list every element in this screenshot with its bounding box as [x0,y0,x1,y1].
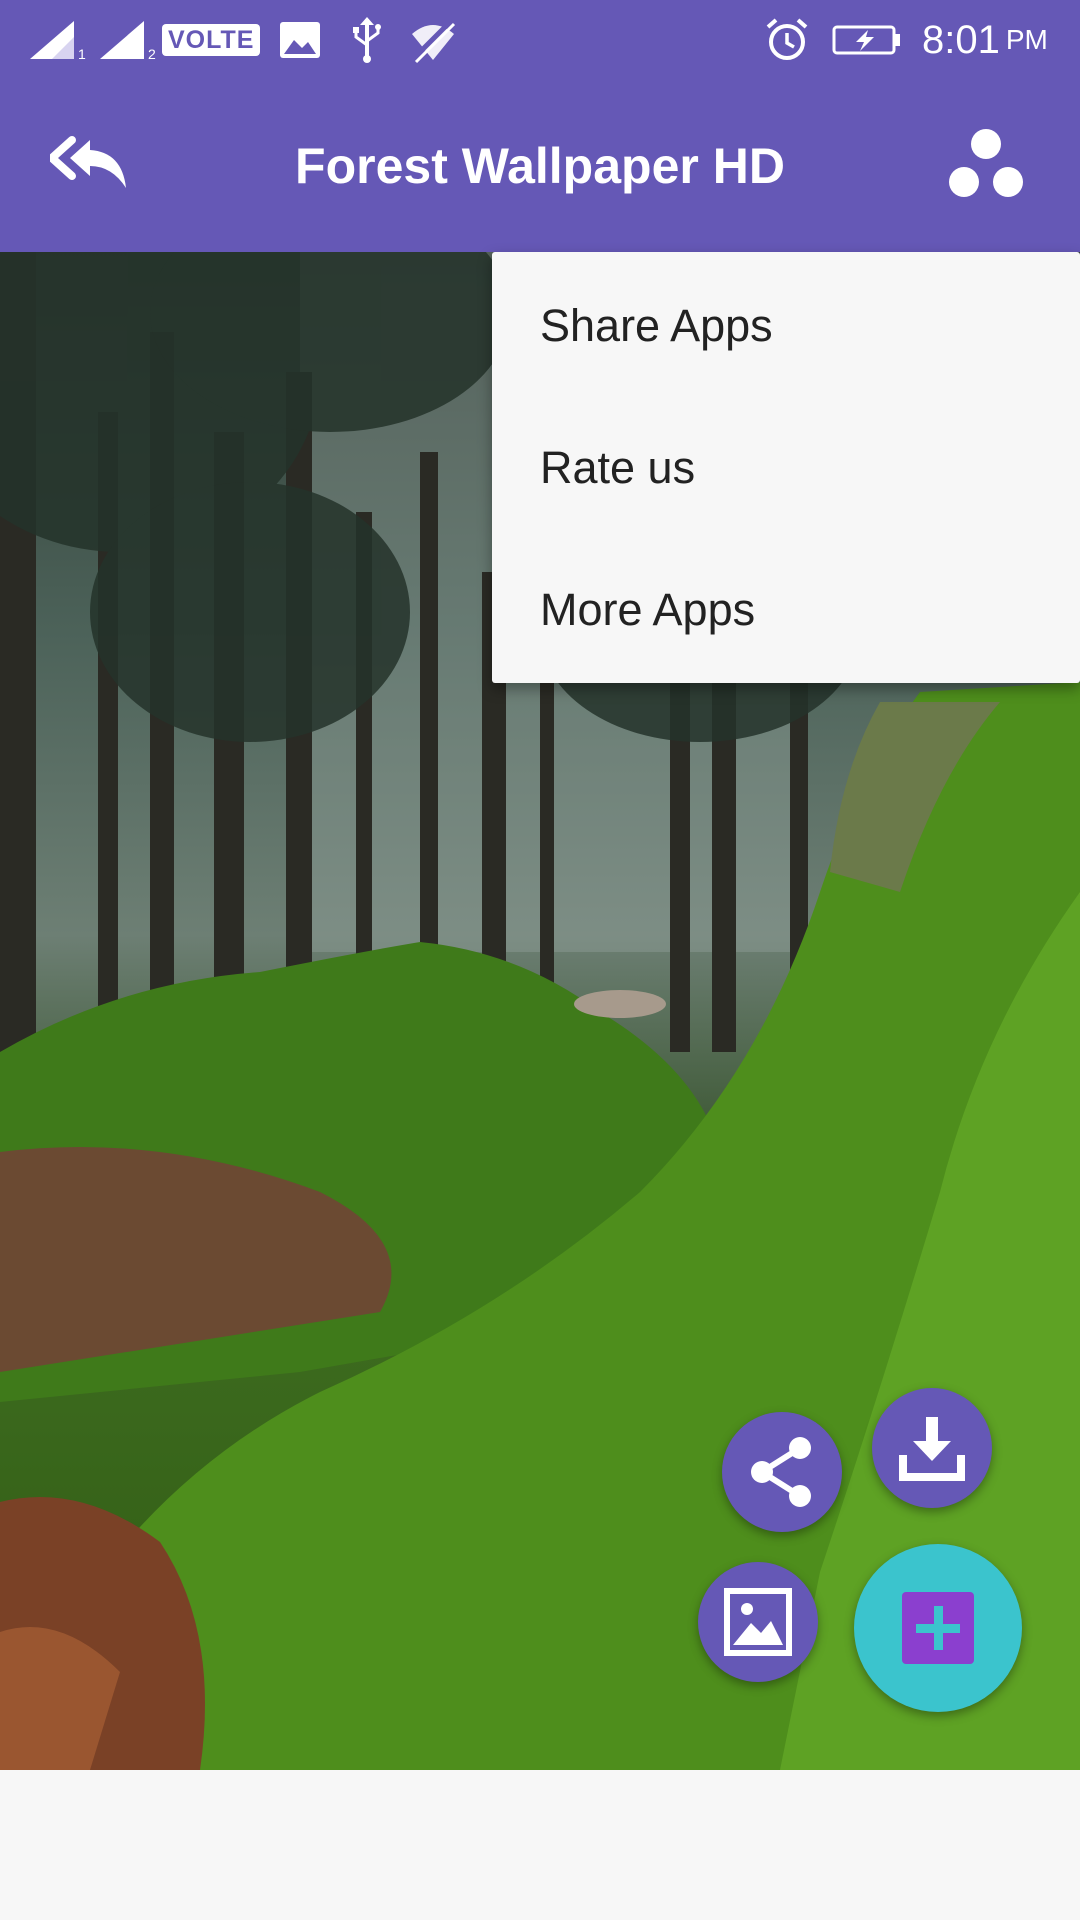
wifi-off-icon [408,0,458,80]
sim1-label: 1 [78,46,86,62]
battery-charging-icon [832,0,902,80]
dots-icon [949,129,1023,197]
page-title: Forest Wallpaper HD [295,138,785,194]
status-time: 8:01 PM [922,0,1048,80]
download-button[interactable] [872,1388,992,1508]
usb-icon [350,0,384,80]
app-bar: Forest Wallpaper HD [0,80,1080,252]
image-icon [724,1588,792,1656]
alarm-icon [764,0,810,80]
image-icon [278,0,322,80]
time-text: 8:01 [922,17,1000,62]
status-bar: 1 2 VOLTE 8:01 PM [0,0,1080,80]
sim2-label: 2 [148,46,156,62]
overflow-menu-button[interactable] [946,126,1026,206]
plus-icon [902,1592,974,1664]
volte-badge: VOLTE [162,24,261,56]
download-icon [899,1417,965,1481]
signal-icon: 2 [98,0,156,80]
menu-item-share-apps[interactable]: Share Apps [492,254,1080,398]
bottom-blank-area [0,1770,1080,1920]
fab-menu-button[interactable] [854,1544,1022,1712]
ampm-text: PM [1005,24,1048,55]
set-wallpaper-button[interactable] [698,1562,818,1682]
signal-icon: 1 [28,0,86,80]
share-button[interactable] [722,1412,842,1532]
menu-item-more-apps[interactable]: More Apps [492,538,1080,682]
share-icon [751,1437,811,1507]
menu-item-rate-us[interactable]: Rate us [492,396,1080,540]
overflow-popup-menu: Share Apps Rate us More Apps [492,252,1080,683]
